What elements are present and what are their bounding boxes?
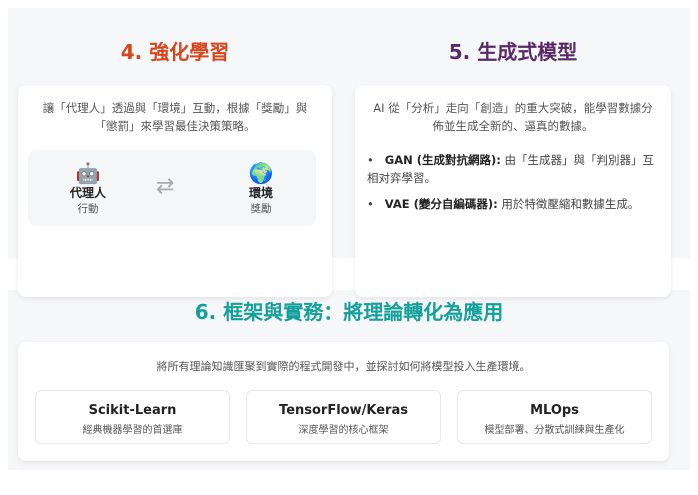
gen-title: 5. 生成式模型 — [448, 40, 578, 64]
robot-icon: 🤖 — [75, 161, 101, 185]
fw-title: 6. 框架與實務：將理論轉化為應用 — [194, 300, 504, 324]
agent: 🤖 代理人 行動 — [58, 162, 118, 216]
globe-icon: 🌍 — [248, 161, 274, 185]
rl-diagram: 🤖 代理人 行動 ⇄ 🌍 環境 獎勵 — [28, 150, 316, 226]
framework-scikit-learn: Scikit-Learn 經典機器學習的首選庫 — [35, 390, 230, 444]
framework-mlops: MLOps 模型部署、分散式訓練與生產化 — [457, 390, 652, 444]
agent-action: 行動 — [77, 203, 99, 215]
rl-title: 4. 強化學習 — [120, 40, 230, 64]
gen-card: AI 從「分析」走向「創造」的重大突破，能學習數據分佈並生成全新的、逼真的數據。… — [355, 85, 671, 297]
framework-tensorflow-keras: TensorFlow/Keras 深度學習的核心框架 — [246, 390, 441, 444]
environment-label: 環境 — [248, 186, 273, 200]
list-item: • GAN (生成對抗網路): 由「生成器」與「判別器」互相对弈學習。 — [367, 153, 654, 185]
agent-label: 代理人 — [69, 186, 106, 200]
gen-description: AI 從「分析」走向「創造」的重大突破，能學習數據分佈並生成全新的、逼真的數據。 — [373, 101, 653, 133]
environment: 🌍 環境 獎勵 — [231, 162, 291, 216]
exchange-arrow-icon: ⇄ — [156, 174, 175, 199]
rl-description: 讓「代理人」透過與「環境」互動，根據「獎勵」與「懲罰」來學習最佳決策策略。 — [42, 101, 308, 133]
gen-list: • GAN (生成對抗網路): 由「生成器」與「判別器」互相对弈學習。 • VA… — [367, 151, 655, 221]
fw-card: 將所有理論知識匯聚到實際的程式開發中，並探討如何將模型投入生產環境。 Sciki… — [18, 342, 669, 461]
list-item: • VAE (變分自編碼器): 用於特徵壓縮和數據生成。 — [367, 197, 640, 211]
fw-description: 將所有理論知識匯聚到實際的程式開發中，並探討如何將模型投入生產環境。 — [156, 360, 531, 373]
environment-reward: 獎勵 — [250, 203, 272, 215]
